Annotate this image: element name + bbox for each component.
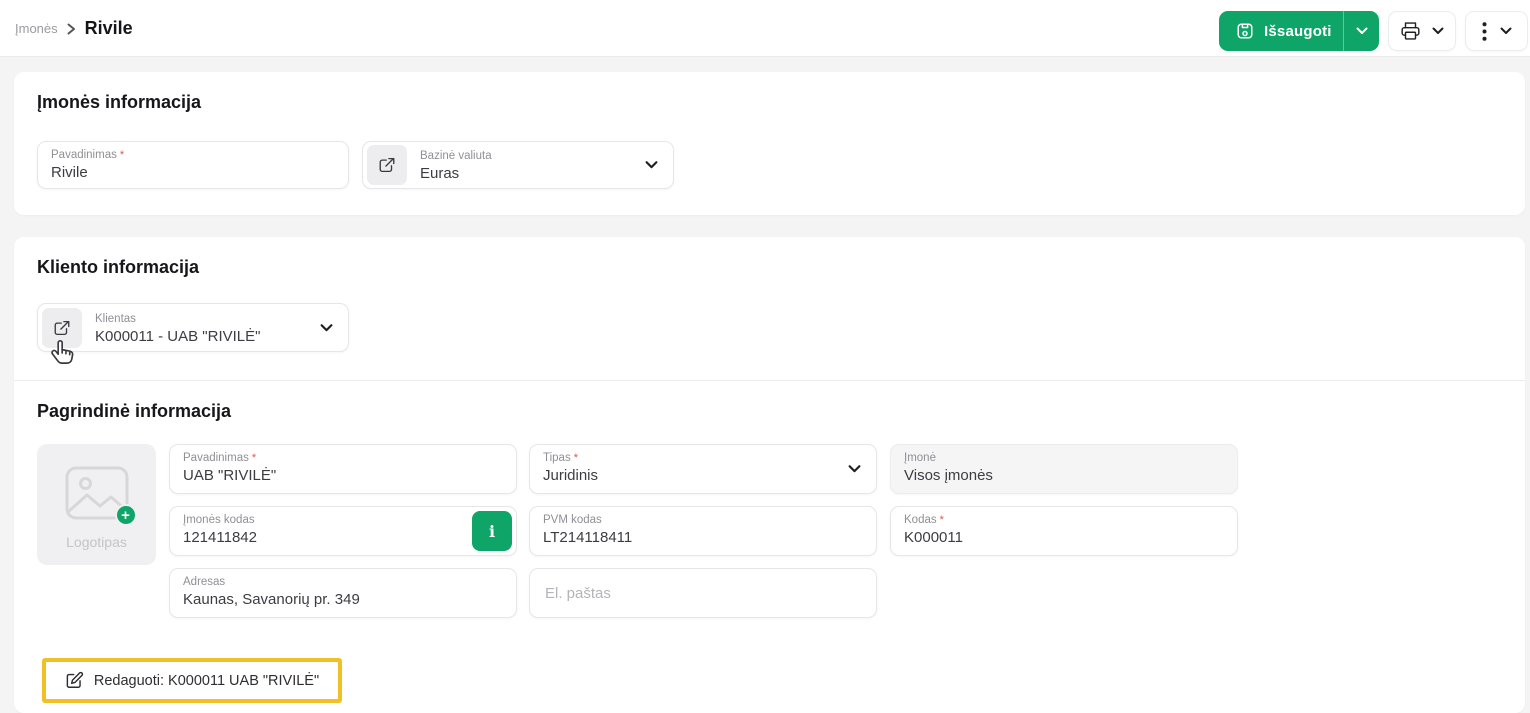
kebab-menu-icon — [1482, 21, 1487, 41]
breadcrumb-parent-link[interactable]: Įmonės — [15, 21, 58, 36]
edit-client-button-label: Redaguoti: K000011 UAB "RIVILĖ" — [93, 672, 320, 689]
company-scope-value: Visos įmonės — [904, 467, 993, 484]
add-logo-plus-icon: + — [114, 504, 137, 526]
required-asterisk: * — [119, 149, 125, 161]
address-field[interactable]: Adresas Kaunas, Savanorių pr. 349 — [169, 568, 517, 618]
client-code-value: K000011 — [904, 529, 963, 546]
save-dropdown-toggle[interactable] — [1344, 11, 1379, 51]
chevron-down-icon — [1356, 27, 1367, 34]
image-placeholder-icon: + — [65, 466, 137, 526]
chevron-down-icon — [1500, 27, 1512, 35]
company-name-value: Rivile — [51, 164, 88, 181]
edit-client-button[interactable]: Redaguoti: K000011 UAB "RIVILĖ" — [42, 658, 342, 703]
breadcrumb: Įmonės Rivile — [15, 0, 133, 57]
chevron-right-icon — [67, 23, 76, 35]
chevron-down-icon — [848, 465, 861, 474]
type-value: Juridinis — [543, 467, 599, 484]
type-select[interactable]: Tipas * Juridinis — [529, 444, 877, 494]
company-name-field[interactable]: Pavadinimas * Rivile — [37, 141, 349, 189]
base-currency-value: Euras — [420, 165, 460, 182]
required-asterisk: * — [939, 514, 944, 526]
required-asterisk: * — [251, 452, 257, 464]
company-code-value: 121411842 — [183, 529, 257, 546]
logo-upload[interactable]: + Logotipas — [37, 444, 156, 565]
email-input[interactable] — [543, 583, 863, 603]
company-section-title: Įmonės informacija — [37, 92, 202, 112]
chevron-down-icon — [1432, 27, 1444, 35]
required-asterisk: * — [573, 452, 578, 464]
client-section-title: Kliento informacija — [37, 257, 200, 277]
section-divider — [14, 380, 1525, 381]
address-value: Kaunas, Savanorių pr. 349 — [183, 591, 360, 608]
field-label: Pavadinimas * — [51, 149, 125, 161]
client-code-field[interactable]: Kodas * K000011 — [890, 506, 1238, 556]
company-scope-field: Įmonė Visos įmonės — [890, 444, 1238, 494]
client-and-main-info-card: Kliento informacija Klientas K000011 - U… — [14, 237, 1525, 713]
base-currency-select[interactable]: Bazinė valiuta Euras — [362, 141, 674, 189]
company-info-card: Įmonės informacija Pavadinimas * Rivile B… — [14, 72, 1525, 215]
top-bar: Įmonės Rivile Išsaugoti — [0, 0, 1530, 57]
external-link-icon[interactable] — [42, 307, 82, 348]
field-label: Bazinė valiuta — [420, 150, 492, 162]
company-code-info-button[interactable]: i — [472, 511, 512, 551]
printer-icon — [1400, 21, 1421, 41]
client-select[interactable]: Klientas K000011 - UAB "RIVILĖ" — [37, 303, 349, 352]
email-field[interactable] — [529, 568, 877, 618]
main-name-field[interactable]: Pavadinimas * UAB "RIVILĖ" — [169, 444, 517, 494]
main-section-title: Pagrindinė informacija — [37, 401, 232, 421]
chevron-down-icon — [320, 323, 333, 332]
save-button[interactable]: Išsaugoti — [1219, 11, 1343, 51]
external-link-icon[interactable] — [367, 145, 407, 185]
app-screen: Įmonės Rivile Išsaugoti Įmonės informaci… — [0, 0, 1530, 713]
page-title: Rivile — [84, 18, 133, 38]
save-icon — [1236, 22, 1254, 40]
more-actions-button[interactable] — [1465, 11, 1528, 51]
logo-label: Logotipas — [66, 534, 127, 550]
save-button-label: Išsaugoti — [1264, 22, 1332, 40]
vat-code-value: LT214118411 — [543, 529, 633, 546]
print-dropdown-button[interactable] — [1388, 11, 1456, 51]
edit-pencil-icon — [65, 671, 84, 690]
save-split-button[interactable]: Išsaugoti — [1219, 11, 1379, 51]
chevron-down-icon — [645, 161, 658, 170]
client-value: K000011 - UAB "RIVILĖ" — [95, 327, 261, 345]
main-name-value: UAB "RIVILĖ" — [183, 467, 277, 484]
vat-code-field[interactable]: PVM kodas LT214118411 — [529, 506, 877, 556]
field-label: Klientas — [95, 312, 136, 325]
company-code-field[interactable]: Įmonės kodas 121411842 i — [169, 506, 517, 556]
